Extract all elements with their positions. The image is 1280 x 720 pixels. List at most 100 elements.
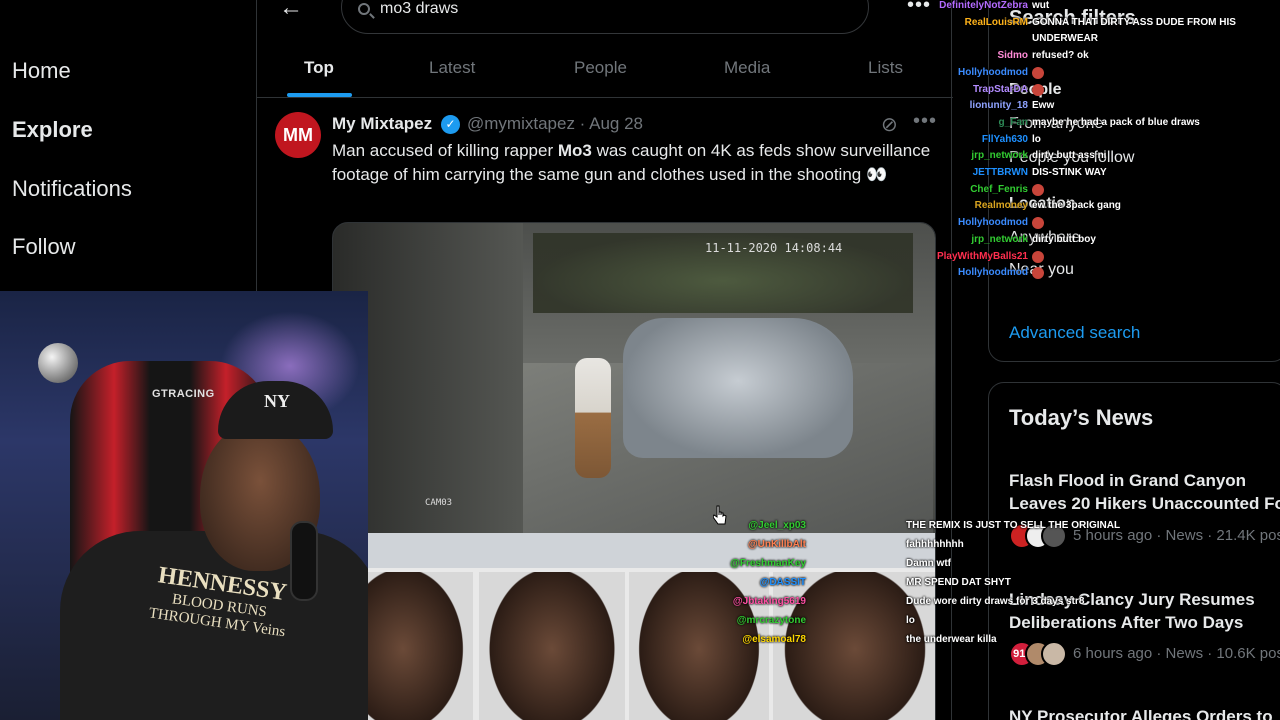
chat-username: PlayWithMyBalls21 [936, 250, 1028, 262]
tab-media[interactable]: Media [724, 58, 770, 78]
chat-message: @FreshmanKey Damn wtf [730, 558, 1090, 575]
advanced-search-link[interactable]: Advanced search [1009, 323, 1140, 343]
chat-username: @DASSIT [759, 577, 806, 588]
avatar[interactable]: MM [275, 112, 321, 158]
chat-username: @Jbtaking5619 [732, 596, 806, 607]
search-input[interactable]: mo3 draws [380, 0, 458, 18]
chat-emote-icon [1032, 250, 1044, 263]
chat-text: lo [1032, 133, 1041, 145]
chat-username: DefinitelyNotZebra [939, 0, 1028, 11]
chat-username: Sidmo [997, 50, 1028, 62]
chat-text: Damn wtf [906, 558, 951, 569]
chat-text: ew the 3pack gang [1032, 200, 1121, 212]
news-title: Today’s News [1009, 405, 1154, 430]
tweet-author[interactable]: My Mixtapez [332, 114, 432, 134]
chat-text [1032, 66, 1046, 81]
chat-message: Sidmo refused? ok [930, 50, 1230, 67]
chat-username: lionunity_18 [969, 100, 1028, 112]
cap-logo: NY [264, 391, 290, 411]
chat-username: Hollyhoodmod [958, 217, 1028, 229]
chat-emote-icon [1032, 83, 1044, 96]
chat-username: @FreshmanKey [730, 558, 806, 569]
chat-emote-icon [1032, 217, 1044, 230]
chat-message: Hollyhoodmod [930, 217, 1230, 234]
chat-message: RealLouisRM GONNA THAT DIRTY ASS DUDE FRO… [930, 17, 1236, 34]
chat-message: Hollyhoodmod [930, 66, 1230, 84]
chat-overlay-top: DefinitelyNotZebra wut RealLouisRM GONNA TH… [930, 0, 1236, 280]
chat-message: JETTBRWN DIS-STINK WAY [930, 167, 1230, 184]
chat-username: jrp_network [971, 233, 1028, 245]
video-timestamp: 11-11-2020 14:08:44 [705, 241, 843, 255]
chat-text: the underwear killa [906, 634, 997, 645]
chat-text [1032, 250, 1046, 265]
chat-username: Hollyhoodmod [958, 66, 1028, 78]
chat-message: TrapStarDA [930, 83, 1230, 101]
chat-username: FllYah630 [981, 133, 1028, 145]
grok-icon[interactable]: ⊘ [881, 112, 898, 137]
chat-message: UNDERWEAR [930, 33, 1230, 50]
verified-badge-icon: ✓ [441, 115, 460, 134]
streamer-webcam: GTRACING NY HENNESSY BLOOD RUNS THROUGH … [0, 291, 368, 720]
chat-message: Realmoney ew the 3pack gang [930, 200, 1230, 217]
mugshot-2 [479, 572, 625, 720]
chat-text: refused? ok [1032, 50, 1089, 62]
chat-message: Chef_Fenris [930, 183, 1230, 201]
chat-text: wut [1032, 0, 1050, 11]
chat-username: JETTBRWN [972, 167, 1028, 178]
chat-username: @mrcrazytone [736, 615, 806, 626]
active-tab-indicator [287, 93, 352, 97]
chat-text [1032, 83, 1046, 98]
chat-text: maybe he had a pack of blue draws [1032, 116, 1200, 128]
mugshot-3 [629, 572, 769, 720]
tweet-handle[interactable]: @mymixtapez · Aug 28 [467, 114, 643, 134]
chat-message: @DASSIT MR SPEND DAT SHYT [760, 577, 1090, 594]
chat-text: lo [906, 615, 915, 626]
microphone [290, 521, 318, 601]
chat-text: Eww [1032, 100, 1055, 112]
news-item-3-title[interactable]: NY Prosecutor Alleges Orders to [1009, 705, 1280, 720]
person [575, 358, 611, 478]
chat-emote-icon [1032, 183, 1044, 196]
chat-username: Hollyhoodmod [958, 267, 1028, 279]
nav-notifications[interactable]: Notifications [12, 176, 132, 202]
mouse-cursor-icon [713, 505, 727, 525]
tab-people[interactable]: People [574, 58, 627, 78]
chat-emote-icon [1032, 66, 1044, 79]
chat-text [1032, 183, 1046, 198]
tweet-text: Man accused of killing rapper Mo3 was ca… [332, 141, 931, 184]
chat-emote-icon [1032, 267, 1044, 280]
chat-username: Realmoney [974, 200, 1028, 212]
chat-message: jrp_network dirty butt boy [930, 234, 1230, 251]
more-options-icon[interactable]: ••• [907, 0, 931, 17]
search-tabs: Top Latest People Media Lists [257, 40, 953, 98]
back-arrow-icon[interactable]: ← [279, 0, 303, 22]
tab-top[interactable]: Top [304, 58, 334, 78]
chat-text: dirty butt ass ni [1032, 150, 1107, 162]
tab-latest[interactable]: Latest [429, 58, 475, 78]
disco-ball [38, 343, 78, 383]
chat-username: g_Fan [998, 116, 1028, 128]
chat-message: @mrcrazytone lo [737, 615, 1090, 632]
chat-message: g_Fan maybe he had a pack of blue draws [930, 117, 1230, 134]
chat-message: @Jbtaking5619 Dude wore dirty draws for 3… [733, 596, 1090, 613]
chat-text: UNDERWEAR [1032, 33, 1098, 45]
chat-username: @UnKillbAlt [747, 539, 806, 550]
chat-message: @Jeel_xp03 THE REMIX IS JUST TO SELL THE … [748, 520, 1120, 537]
chat-text: DIS-STINK WAY [1032, 167, 1107, 178]
nav-follow[interactable]: Follow [12, 234, 76, 260]
chat-message: lionunity_18 Eww [930, 100, 1230, 117]
nav-explore[interactable]: Explore [12, 117, 93, 143]
chat-message: jrp_network dirty butt ass ni [930, 150, 1230, 167]
news-item-1-title[interactable]: Flash Flood in Grand Canyon Leaves 20 Hi… [1009, 469, 1280, 515]
search-bar[interactable]: mo3 draws [341, 0, 869, 34]
chat-username: Chef_Fenris [970, 183, 1028, 195]
tab-lists[interactable]: Lists [868, 58, 903, 78]
chat-text: THE REMIX IS JUST TO SELL THE ORIGINAL [906, 520, 1121, 531]
chat-text: fahhhhhhhh [906, 539, 964, 550]
surveillance-video-frame[interactable]: 11-11-2020 14:08:44 CAM03 [333, 223, 935, 568]
chat-message: FllYah630 lo [930, 134, 1230, 151]
nav-home[interactable]: Home [12, 58, 71, 84]
chat-text: dirty butt boy [1032, 233, 1096, 245]
chat-overlay-bottom: @Jeel_xp03 THE REMIX IS JUST TO SELL THE … [730, 520, 1190, 660]
chat-username: TrapStarDA [972, 83, 1028, 95]
